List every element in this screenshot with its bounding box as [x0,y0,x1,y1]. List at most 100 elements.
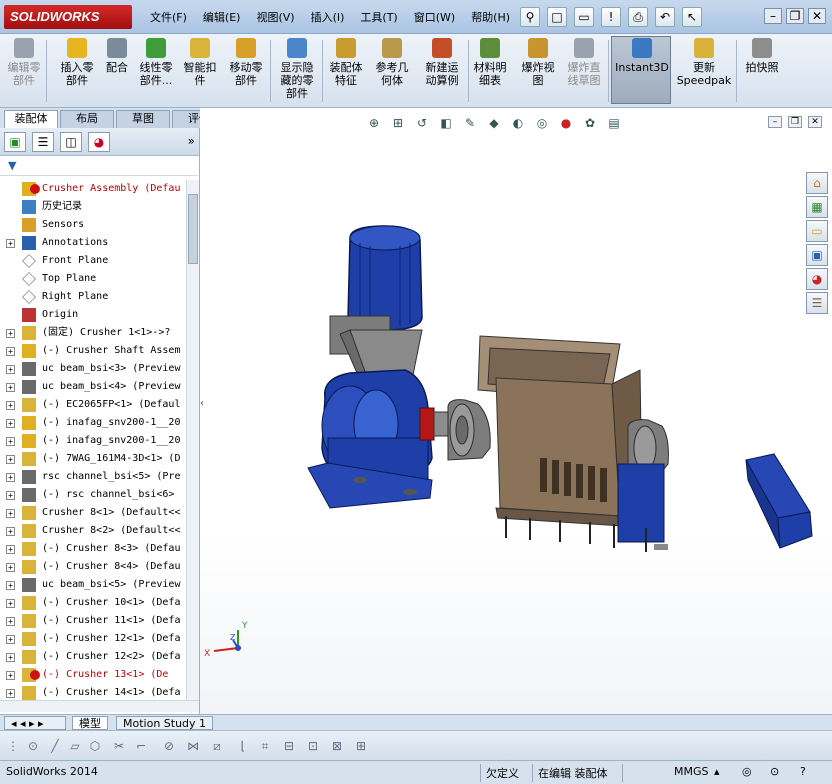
expand-icon[interactable]: + [6,401,15,410]
expand-icon[interactable]: + [6,689,15,698]
tree-node[interactable]: Top Plane [0,270,186,288]
units-dropdown-icon[interactable]: ▴ [714,765,720,778]
graphics-viewport[interactable]: ⊕ ⊞ ↺ ◧ ✎ ◆ ◐ ◎ ● ✿ ▤ – ❐ ✕ ⌂ ▦ ▭ ▣ ◕ ☰ [200,108,832,714]
ribbon-button-edit-part[interactable]: 编辑零 部件 [4,38,44,87]
point-icon[interactable]: ⊙ [24,737,42,755]
ribbon-button-explode-line[interactable]: 爆炸直 线草图 [563,38,605,87]
tree-node[interactable]: + (-) Crusher 8<3> (Defau [0,540,186,558]
expand-icon[interactable]: + [6,653,15,662]
tree-node[interactable]: + (-) Crusher 11<1> (Defa [0,612,186,630]
restore-icon[interactable]: ❐ [786,8,804,24]
status-icon[interactable]: ⊙ [770,765,779,778]
mirror-icon[interactable]: ⋈ [184,737,202,755]
tab-assembly[interactable]: 装配体 [4,110,58,128]
fix-icon[interactable]: ⊟ [280,737,298,755]
tree-node[interactable]: + uc beam_bsi<4> (Preview [0,378,186,396]
ribbon-button-insert-component[interactable]: 插入零 部件 [58,38,96,87]
tree-node[interactable]: + rsc channel_bsi<5> (Pre [0,468,186,486]
panel-collapse-handle[interactable]: ‹ [200,398,204,409]
tab-motion-study[interactable]: Motion Study 1 [116,716,214,730]
tree-horizontal-scrollbar[interactable] [0,700,199,712]
trim-icon[interactable]: ✂ [110,737,128,755]
close-icon[interactable]: ✕ [808,8,826,24]
expand-icon[interactable]: + [6,455,15,464]
ribbon-button-reference-geometry[interactable]: 参考几 何体 [372,38,412,87]
tree-node[interactable]: + (-) rsc channel_bsi<6> [0,486,186,504]
select-icon[interactable]: ↖ [682,7,702,27]
solidworks-logo[interactable]: SOLIDWORKS [4,5,132,29]
offset-icon[interactable]: ⊘ [160,737,178,755]
filter-row[interactable]: ▼ [0,158,198,176]
tab-model[interactable]: 模型 [72,716,108,730]
menu-tools[interactable]: 工具(T) [360,9,397,25]
ribbon-button-assembly-features[interactable]: 装配体 特征 [326,38,366,87]
help-icon[interactable]: ? [800,765,806,778]
dimension-icon[interactable]: ⌊ [234,737,252,755]
ribbon-button-move-component[interactable]: 移动零 部件 [226,38,266,87]
tree-node[interactable]: Crusher Assembly (Defau [0,180,186,198]
tree-node[interactable]: + Annotations [0,234,186,252]
expand-icon[interactable]: + [6,617,15,626]
tree-node[interactable]: + uc beam_bsi<5> (Preview [0,576,186,594]
tree-node[interactable]: + Crusher 8<2> (Default<< [0,522,186,540]
quick-snaps-icon[interactable]: ⊠ [328,737,346,755]
line-icon[interactable]: ╱ [46,737,64,755]
ribbon-button-exploded-view[interactable]: 爆炸视 图 [518,38,558,87]
menu-view[interactable]: 视图(V) [256,9,294,25]
rapid-sketch-icon[interactable]: ⊞ [352,737,370,755]
feature-manager-icon[interactable]: ▣ [4,132,26,152]
expand-icon[interactable]: + [6,491,15,500]
tree-node[interactable]: + (-) Crusher 8<4> (Defau [0,558,186,576]
rebuild-icon[interactable]: ! [601,7,621,27]
scrollbar-thumb[interactable] [188,194,198,264]
ribbon-button-snapshot[interactable]: 拍快照 [740,38,784,74]
expand-icon[interactable]: + [6,527,15,536]
tree-node[interactable]: 历史记录 [0,198,186,216]
tree-node[interactable]: + (-) Crusher 14<1> (Defa [0,684,186,700]
tree-node[interactable]: + (-) Crusher 13<1> (De [0,666,186,684]
menu-edit[interactable]: 编辑(E) [203,9,241,25]
menu-help[interactable]: 帮助(H) [471,9,510,25]
menu-file[interactable]: 文件(F) [150,9,187,25]
expand-icon[interactable]: + [6,473,15,482]
tree-node[interactable]: Front Plane [0,252,186,270]
menu-insert[interactable]: 插入(I) [311,9,345,25]
tab-sketch[interactable]: 草图 [116,110,170,128]
ribbon-button-smart-fasteners[interactable]: 智能扣 件 [180,38,220,87]
ribbon-button-new-motion-study[interactable]: 新建运 动算例 [420,38,464,87]
tree-node[interactable]: Sensors [0,216,186,234]
repair-icon[interactable]: ⊡ [304,737,322,755]
tab-layout[interactable]: 布局 [60,110,114,128]
expand-icon[interactable]: + [6,581,15,590]
expand-icon[interactable]: + [6,635,15,644]
status-units[interactable]: MMGS [674,765,709,778]
rebuild-status-icon[interactable]: ◎ [742,765,752,778]
expand-icon[interactable]: + [6,599,15,608]
tree-node[interactable]: + (-) inafag_snv200-1__20 [0,432,186,450]
pin-icon[interactable]: ⚲ [520,7,540,27]
new-icon[interactable]: □ [547,7,567,27]
expand-icon[interactable]: + [6,239,15,248]
ribbon-button-speedpak[interactable]: 更新 Speedpak [676,38,732,87]
display-manager-icon[interactable]: ◕ [88,132,110,152]
print-icon[interactable]: ⎙ [628,7,648,27]
expand-icon[interactable]: + [6,509,15,518]
ribbon-button-bom[interactable]: 材料明 细表 [470,38,510,87]
convert-icon[interactable]: ⌐ [132,737,150,755]
tree-node[interactable]: + (-) 7WAG_161M4-3D<1> (D [0,450,186,468]
tree-node[interactable]: + (固定) Crusher 1<1>->? [0,324,186,342]
expand-icon[interactable]: + [6,329,15,338]
slot-icon[interactable]: ⧄ [208,737,226,755]
tree-vertical-scrollbar[interactable] [186,180,199,700]
ribbon-button-linear-pattern[interactable]: 线性零 部件... [136,38,176,87]
expand-icon[interactable]: + [6,437,15,446]
expand-icon[interactable]: + [6,383,15,392]
expand-icon[interactable]: + [6,563,15,572]
expand-panel-icon[interactable]: » [188,134,195,148]
tab-nav-arrows[interactable]: ◂ ◂ ▸ ▸ [4,716,66,730]
tree-node[interactable]: + (-) Crusher Shaft Assem [0,342,186,360]
tree-node[interactable]: + (-) Crusher 10<1> (Defa [0,594,186,612]
tree-node[interactable]: Right Plane [0,288,186,306]
undo-icon[interactable]: ↶ [655,7,675,27]
open-icon[interactable]: ▭ [574,7,594,27]
